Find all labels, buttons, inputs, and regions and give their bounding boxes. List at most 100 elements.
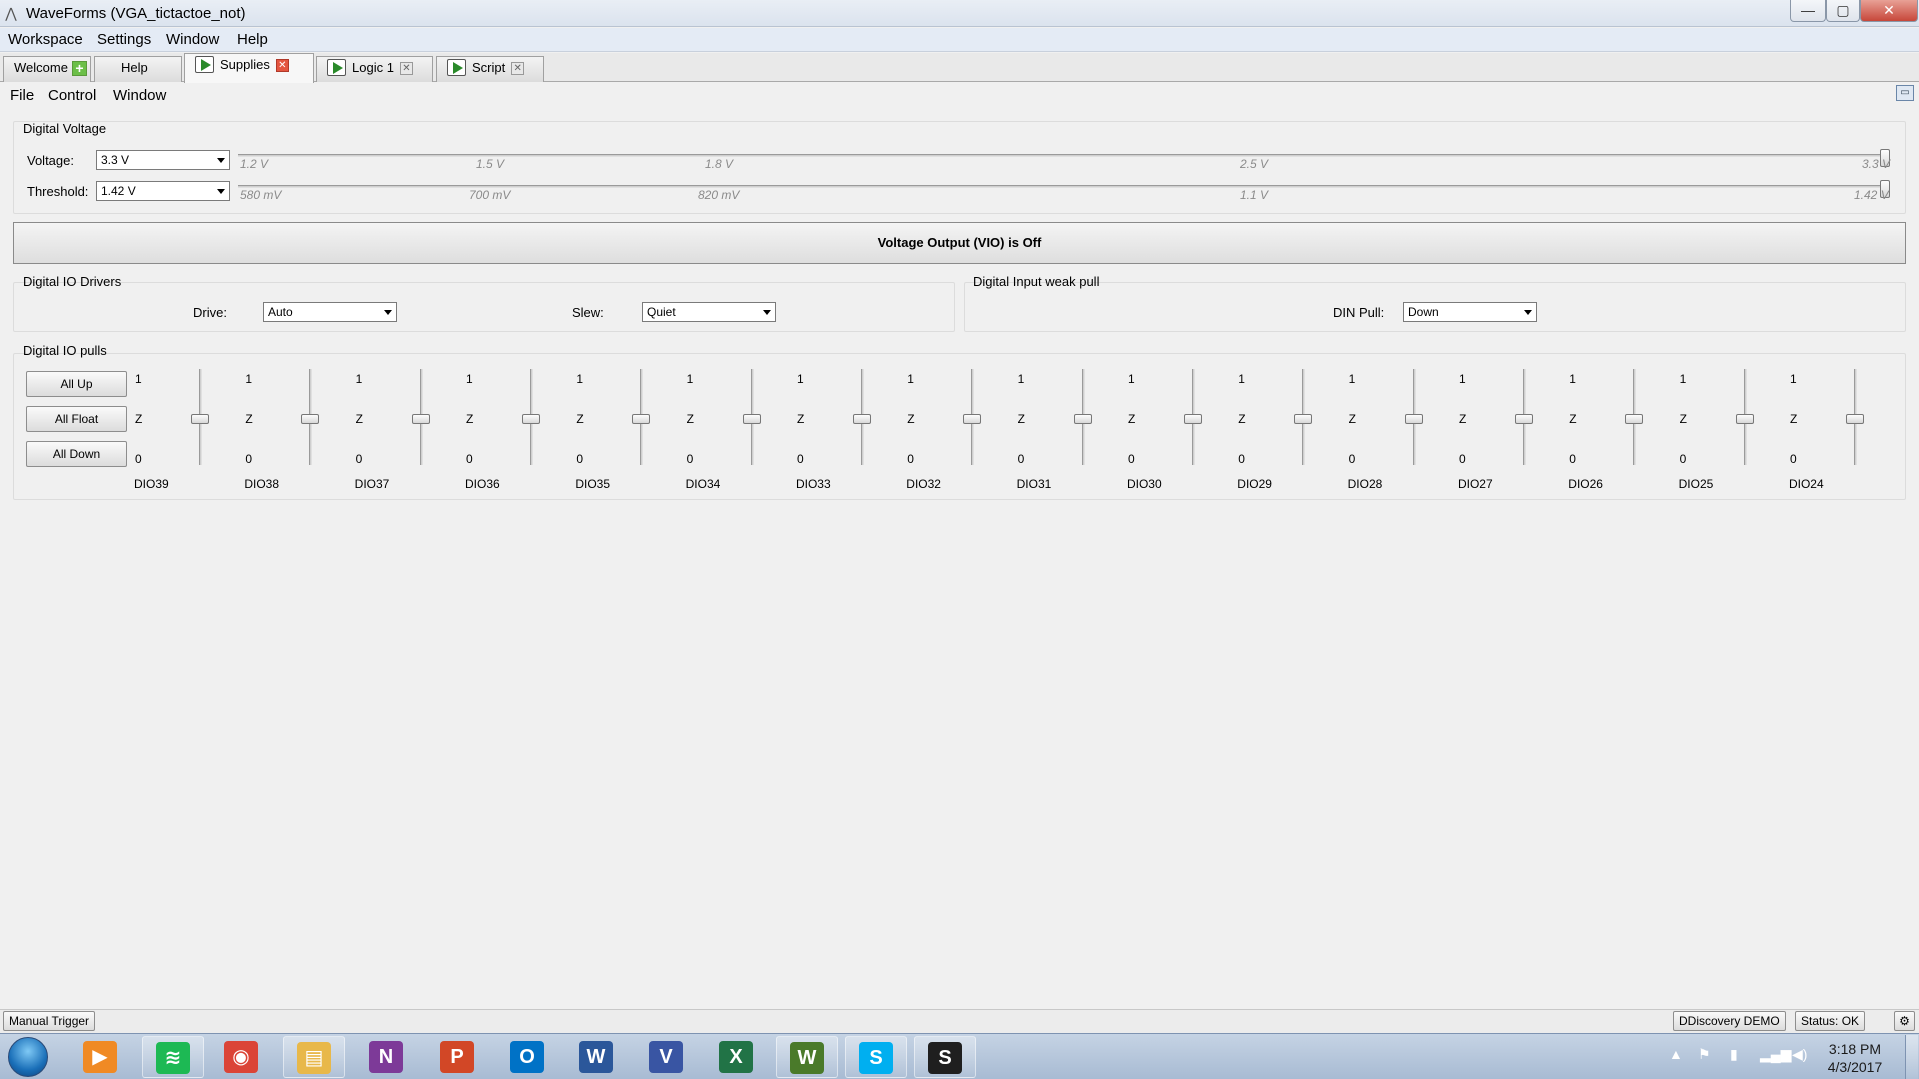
pin-level-high: 1 xyxy=(686,372,694,386)
pin-name-label: DIO39 xyxy=(134,477,169,491)
pin-slider-thumb[interactable] xyxy=(1183,414,1202,424)
spotify-taskbar-button[interactable]: ≋ xyxy=(142,1036,204,1078)
waveforms-taskbar-button[interactable]: W xyxy=(776,1036,838,1078)
outlook-taskbar-button[interactable]: O xyxy=(497,1036,559,1078)
power-icon[interactable]: ▮ xyxy=(1730,1046,1738,1063)
settings-icon[interactable]: ⚙ xyxy=(1894,1011,1915,1031)
pin-slider-thumb[interactable] xyxy=(1625,414,1644,424)
tab-strip: Welcome + Help Supplies ✕ Logic 1 ✕ Script ✕ xyxy=(0,53,1919,83)
pin-level-float: Z xyxy=(1348,412,1356,426)
pin-level-high: 1 xyxy=(1017,372,1025,386)
pin-level-float: Z xyxy=(686,412,694,426)
close-tab-icon[interactable]: ✕ xyxy=(275,59,289,73)
visio-icon: V xyxy=(649,1041,683,1073)
chrome-taskbar-button[interactable]: ◉ xyxy=(211,1036,273,1078)
chrome-icon: ◉ xyxy=(224,1041,258,1073)
media-player-taskbar-button[interactable]: ▶ xyxy=(70,1036,132,1078)
all-up-button[interactable]: All Up xyxy=(26,371,127,397)
voltage-select[interactable]: 3.3 V xyxy=(96,150,230,170)
show-desktop-button[interactable] xyxy=(1905,1035,1918,1079)
tray-expand-icon[interactable]: ▲ xyxy=(1669,1046,1683,1062)
minimize-button[interactable]: — xyxy=(1790,0,1826,22)
pin-slider-thumb[interactable] xyxy=(1845,414,1864,424)
instrument-menu-bar: File Control Window xyxy=(0,84,1919,107)
word-taskbar-button[interactable]: W xyxy=(566,1036,628,1078)
tab-script[interactable]: Script ✕ xyxy=(436,56,544,82)
pin-name-label: DIO38 xyxy=(244,477,280,491)
pin-level-high: 1 xyxy=(1238,372,1245,386)
pin-slider-thumb[interactable] xyxy=(1073,414,1092,424)
start-button[interactable] xyxy=(8,1037,48,1077)
pin-name-label: DIO26 xyxy=(1568,477,1603,491)
volume-icon[interactable]: ◀) xyxy=(1792,1046,1807,1063)
pin-slider-thumb[interactable] xyxy=(742,414,761,424)
menu-window[interactable]: Window xyxy=(166,31,219,48)
pin-level-low: 0 xyxy=(796,452,804,466)
digital-voltage-title: Digital Voltage xyxy=(23,121,107,136)
digital-io-drivers-group xyxy=(13,282,955,332)
pin-slider-thumb[interactable] xyxy=(191,414,209,424)
network-icon[interactable]: ▂▄▆ xyxy=(1760,1046,1791,1063)
dock-window-icon[interactable]: ▭ xyxy=(1896,85,1914,101)
drive-label: Drive: xyxy=(193,305,227,320)
pin-slider-thumb[interactable] xyxy=(963,414,982,424)
tab-welcome[interactable]: Welcome + xyxy=(3,56,91,82)
menu-control[interactable]: Control xyxy=(48,87,96,104)
pin-slider-thumb[interactable] xyxy=(1514,414,1533,424)
excel-taskbar-button[interactable]: X xyxy=(706,1036,768,1078)
pin-name-label: DIO35 xyxy=(575,477,610,491)
status-button[interactable]: Status: OK xyxy=(1795,1011,1866,1031)
app-s-taskbar-button[interactable]: S xyxy=(914,1036,976,1078)
tab-logic-label: Logic 1 xyxy=(352,60,394,75)
drive-select[interactable]: Auto xyxy=(263,302,397,322)
all-down-button[interactable]: All Down xyxy=(26,441,127,467)
slew-select[interactable]: Quiet xyxy=(642,302,776,322)
device-button[interactable]: DDiscovery DEMO xyxy=(1673,1011,1786,1031)
play-icon[interactable] xyxy=(327,59,346,77)
threshold-select[interactable]: 1.42 V xyxy=(96,181,230,201)
maximize-button[interactable]: ▢ xyxy=(1826,0,1860,22)
spotify-icon: ≋ xyxy=(156,1042,190,1074)
vio-status-banner: Voltage Output (VIO) is Off xyxy=(13,222,1906,264)
play-icon[interactable] xyxy=(447,59,466,77)
system-clock[interactable]: 3:18 PM 4/3/2017 xyxy=(1820,1040,1890,1076)
tab-supplies[interactable]: Supplies ✕ xyxy=(184,53,314,83)
onenote-taskbar-button[interactable]: N xyxy=(356,1036,418,1078)
pin-slider-thumb[interactable] xyxy=(1294,414,1313,424)
play-icon[interactable] xyxy=(195,56,214,74)
visio-taskbar-button[interactable]: V xyxy=(636,1036,698,1078)
pin-slider-thumb[interactable] xyxy=(1404,414,1423,424)
menu-help[interactable]: Help xyxy=(237,31,268,48)
pin-name-label: DIO37 xyxy=(354,477,390,491)
pin-slider-thumb[interactable] xyxy=(852,414,871,424)
action-center-flag-icon[interactable]: ⚑ xyxy=(1698,1046,1711,1063)
menu-file[interactable]: File xyxy=(10,87,34,104)
all-float-button[interactable]: All Float xyxy=(26,406,127,432)
pin-slider-thumb[interactable] xyxy=(411,414,430,424)
plus-icon[interactable]: + xyxy=(71,61,87,77)
pin-slider-thumb[interactable] xyxy=(632,414,651,424)
manual-trigger-button[interactable]: Manual Trigger xyxy=(3,1011,96,1031)
skype-taskbar-button[interactable]: S xyxy=(845,1036,907,1078)
app-menu-bar: Workspace Settings Window Help xyxy=(0,28,1919,52)
tab-logic-1[interactable]: Logic 1 ✕ xyxy=(316,56,433,82)
pin-name-label: DIO34 xyxy=(685,477,721,491)
pin-slider-thumb[interactable] xyxy=(1735,414,1754,424)
menu-window-sub[interactable]: Window xyxy=(113,87,166,104)
pin-slider-thumb[interactable] xyxy=(301,414,320,424)
menu-workspace[interactable]: Workspace xyxy=(8,31,83,48)
tab-help[interactable]: Help xyxy=(94,56,182,82)
close-tab-icon[interactable]: ✕ xyxy=(399,62,413,76)
close-tab-icon[interactable]: ✕ xyxy=(511,62,525,76)
file-explorer-taskbar-button[interactable]: ▤ xyxy=(283,1036,345,1078)
menu-settings[interactable]: Settings xyxy=(97,31,151,48)
pin-level-float: Z xyxy=(1679,412,1687,426)
status-bar: Manual Trigger DDiscovery DEMO Status: O… xyxy=(0,1009,1919,1033)
close-button[interactable]: ✕ xyxy=(1860,0,1918,22)
pin-level-low: 0 xyxy=(1017,452,1025,466)
din-pull-select[interactable]: Down xyxy=(1403,302,1537,322)
pin-level-low: 0 xyxy=(907,452,914,466)
powerpoint-taskbar-button[interactable]: P xyxy=(427,1036,489,1078)
pin-slider-thumb[interactable] xyxy=(521,414,540,424)
voltage-tick: 1.8 V xyxy=(705,157,734,171)
